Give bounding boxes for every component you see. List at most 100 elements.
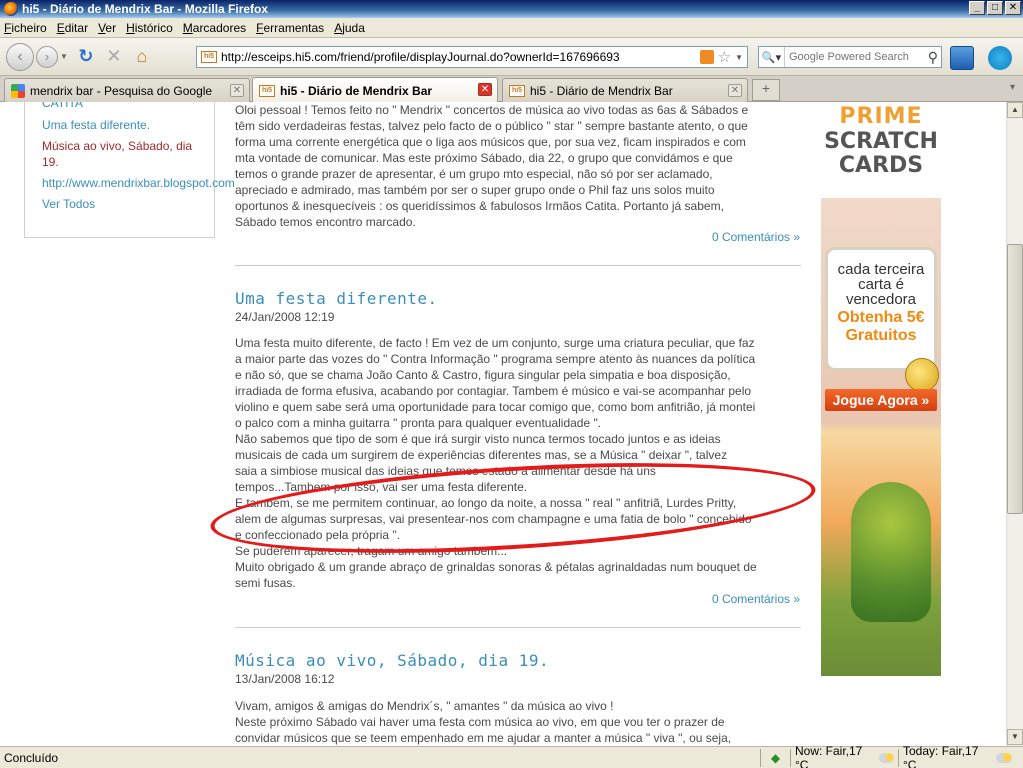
- comments-link[interactable]: 0 Comentários »: [600, 230, 800, 244]
- search-bar[interactable]: 🔍▾ ⚲: [758, 46, 942, 68]
- close-window-button[interactable]: ✕: [1005, 1, 1021, 15]
- post-line: Muito obrigado & um grande abraço de gri…: [235, 560, 757, 574]
- tab-list-icon[interactable]: ▾: [1010, 82, 1015, 93]
- coin-icon: [905, 358, 939, 392]
- menu-help[interactable]: Ajuda: [334, 21, 365, 35]
- post-line: Sábado temos encontro marcado.: [235, 215, 416, 229]
- post-line: saia a simbiose musical das ideias que t…: [235, 464, 656, 478]
- ad-cta-button[interactable]: Jogue Agora »: [825, 389, 937, 411]
- ad-card: cada terceira carta é vencedora Obtenha …: [825, 247, 937, 371]
- post-line: o palco com a minha guitarra " pronta pa…: [235, 416, 602, 430]
- post-line: oportunos & inesquecíveis : os queridíss…: [235, 199, 724, 213]
- tab-google-search[interactable]: mendrix bar - Pesquisa do Google ✕: [4, 78, 250, 102]
- hi5-icon: hi5: [259, 84, 275, 97]
- close-tab-icon[interactable]: ✕: [728, 84, 742, 97]
- sidebar-link-blogspot[interactable]: http://www.mendrixbar.blogspot.com: [42, 175, 235, 191]
- menu-edit[interactable]: Editar: [57, 21, 88, 35]
- post-line: e confeccionado pela própria ".: [235, 528, 401, 542]
- menu-bookmarks[interactable]: Marcadores: [183, 21, 246, 35]
- scroll-down-icon[interactable]: ▼: [1007, 729, 1023, 745]
- forward-button[interactable]: ›: [36, 45, 58, 68]
- ad-tagline: cada terceira carta é vencedora: [837, 261, 925, 308]
- post-title[interactable]: Música ao vivo, Sábado, dia 19.: [235, 651, 549, 670]
- hi5-icon: hi5: [509, 84, 525, 97]
- menu-file[interactable]: Ficheiro: [4, 21, 47, 35]
- post-line: a maior parte das vozes do " Contra Info…: [235, 352, 756, 366]
- comments-link[interactable]: 0 Comentários »: [600, 592, 800, 606]
- addon-status-icon[interactable]: ◆: [760, 748, 790, 767]
- status-text: Concluído: [4, 750, 59, 765]
- scroll-up-icon[interactable]: ▲: [1007, 102, 1023, 118]
- weather-now[interactable]: Now: Fair,17 °C: [790, 744, 898, 768]
- ad-brand-top: PRIME: [839, 104, 923, 129]
- url-input[interactable]: [221, 50, 700, 64]
- tab-label: hi5 - Diário de Mendrix Bar: [530, 83, 673, 98]
- dragon-illustration-icon: [851, 482, 931, 622]
- post-separator: [235, 265, 801, 266]
- post-line: musicais de cada um surgirem de experiên…: [235, 448, 728, 462]
- status-bar: Concluído ◆ Now: Fair,17 °C Today: Fair,…: [0, 744, 1023, 768]
- menu-tools[interactable]: Ferramentas: [256, 21, 324, 35]
- url-dropdown-icon[interactable]: ▼: [735, 53, 743, 62]
- search-go-icon[interactable]: ⚲: [928, 49, 938, 66]
- google-icon: [11, 83, 25, 98]
- ad-banner[interactable]: PRIME SCRATCH CARDS cada terceira carta …: [821, 102, 941, 676]
- post-line: convidar músicos que se teem empenhado e…: [235, 731, 732, 745]
- tab-hi5-diario-active[interactable]: hi5 hi5 - Diário de Mendrix Bar ✕: [252, 77, 498, 103]
- extension-icon[interactable]: [950, 46, 974, 70]
- tab-label: hi5 - Diário de Mendrix Bar: [280, 83, 433, 98]
- sidebar-link-uma-festa[interactable]: Uma festa diferente.: [42, 117, 150, 133]
- bookmark-star-icon[interactable]: ☆: [718, 48, 731, 66]
- post-line: tempos...Tambem por isso, vai ser uma fe…: [235, 480, 528, 494]
- post-body: Uma festa muito diferente, de facto ! Em…: [235, 335, 801, 591]
- url-bar[interactable]: hi5 ☆ ▼: [196, 46, 748, 68]
- weather-today-label: Today: Fair,17 °C: [903, 743, 979, 768]
- stop-button[interactable]: ✕: [102, 45, 126, 69]
- post-line: Uma festa muito diferente, de facto ! Em…: [235, 336, 755, 350]
- tab-bar: mendrix bar - Pesquisa do Google ✕ hi5 h…: [0, 76, 1023, 103]
- sidebar-link-musica-ao-vivo[interactable]: Música ao vivo, Sábado, dia: [42, 138, 192, 154]
- history-dropdown-icon[interactable]: ▼: [60, 52, 68, 61]
- minimize-button[interactable]: _: [969, 1, 985, 15]
- skype-icon[interactable]: [988, 46, 1012, 70]
- page-content: IRMÃOS CATITA CATITA Uma festa diferente…: [0, 102, 1006, 746]
- weather-partly-cloudy-icon: [878, 752, 894, 763]
- scrollbar-thumb[interactable]: [1007, 244, 1023, 514]
- close-tab-icon[interactable]: ✕: [230, 84, 244, 97]
- post-line: semi fusas.: [235, 576, 296, 590]
- search-engine-icon[interactable]: 🔍▾: [759, 47, 785, 67]
- navigation-toolbar: ‹ › ▼ ↻ ✕ ⌂ hi5 ☆ ▼ 🔍▾ ⚲: [0, 38, 1023, 76]
- back-button[interactable]: ‹: [6, 42, 34, 71]
- rss-feed-icon[interactable]: [699, 50, 714, 64]
- menu-view[interactable]: Ver: [98, 21, 116, 35]
- weather-partly-cloudy-icon: [996, 752, 1012, 763]
- menu-history[interactable]: Histórico: [126, 21, 173, 35]
- ad-offer: Obtenha 5€ Gratuitos: [837, 309, 925, 344]
- post-title[interactable]: Uma festa diferente.: [235, 289, 438, 308]
- sidebar-link-ver-todos[interactable]: Ver Todos: [42, 196, 95, 212]
- post-line: Se puderem aparecer, tragam um amigo tam…: [235, 544, 508, 558]
- post-date: 24/Jan/2008 12:19: [235, 310, 335, 324]
- post-line: Vivam, amigos & amigas do Mendrix´s, " a…: [235, 699, 614, 713]
- sidebar-link-catita[interactable]: CATITA: [42, 102, 83, 111]
- post-line: Não sabemos que tipo de som é que irá su…: [235, 432, 721, 446]
- menu-bar: Ficheiro Editar Ver Histórico Marcadores…: [0, 18, 1023, 38]
- reload-button[interactable]: ↻: [74, 45, 98, 69]
- close-tab-icon[interactable]: ✕: [478, 83, 492, 96]
- sidebar-link-musica-ao-vivo-cont[interactable]: 19.: [42, 154, 59, 170]
- firefox-logo-icon: [4, 2, 18, 16]
- window-title: hi5 - Diário de Mendrix Bar - Mozilla Fi…: [22, 2, 269, 16]
- post-line: violino e quem sabe será uma oportunidad…: [235, 400, 756, 414]
- maximize-button[interactable]: □: [987, 1, 1003, 15]
- home-button[interactable]: ⌂: [130, 45, 154, 69]
- search-input[interactable]: [785, 51, 928, 63]
- post-separator: [235, 627, 801, 628]
- post-line: temos o grande prazer de apresentar, é u…: [235, 167, 713, 181]
- ad-brand-bottom: SCRATCH CARDS: [824, 129, 938, 178]
- weather-today[interactable]: Today: Fair,17 °C: [898, 744, 1016, 768]
- vertical-scrollbar[interactable]: ▲ ▼: [1006, 102, 1023, 746]
- new-tab-button[interactable]: +: [752, 79, 780, 101]
- post-date: 13/Jan/2008 16:12: [235, 672, 335, 686]
- window-titlebar: hi5 - Diário de Mendrix Bar - Mozilla Fi…: [0, 0, 1023, 18]
- tab-hi5-diario[interactable]: hi5 hi5 - Diário de Mendrix Bar ✕: [502, 78, 748, 102]
